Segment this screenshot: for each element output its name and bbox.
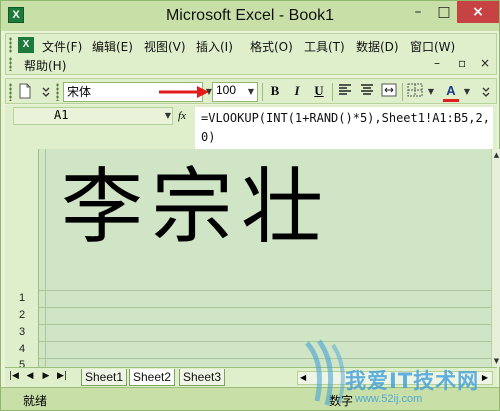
new-document-icon[interactable] xyxy=(16,83,34,101)
row-header-column: 1 2 3 4 5 xyxy=(5,149,39,367)
scroll-up-arrow-icon[interactable]: ▲ xyxy=(492,149,500,161)
name-box[interactable]: A1 xyxy=(13,107,173,125)
row-header-2[interactable]: 2 xyxy=(5,309,39,321)
annotation-arrow-icon xyxy=(159,86,209,98)
row-header-5[interactable]: 5 xyxy=(5,359,39,367)
menu-insert[interactable]: 插入(I) xyxy=(196,38,233,55)
borders-icon[interactable] xyxy=(406,83,424,101)
vertical-scrollbar[interactable]: ▲ ▼ xyxy=(491,149,500,367)
menu-tools[interactable]: 工具(T) xyxy=(304,38,345,55)
toolbar-separator xyxy=(332,83,333,101)
menu-window[interactable]: 窗口(W) xyxy=(410,38,455,55)
minimize-button[interactable]: – xyxy=(405,1,431,23)
maximize-button[interactable]: □ xyxy=(431,1,457,23)
font-color-swatch xyxy=(443,99,459,102)
doc-minimize-button[interactable]: – xyxy=(434,56,440,70)
last-sheet-arrow-icon[interactable]: ▶| xyxy=(57,371,67,381)
doc-close-button[interactable]: × xyxy=(480,56,490,70)
bold-button[interactable]: B xyxy=(266,83,284,101)
menu-bar: X 文件(F) 编辑(E) 视图(V) 插入(I) 格式(O) 工具(T) 数据… xyxy=(5,33,497,75)
row-header-4[interactable]: 4 xyxy=(5,343,39,355)
sheet-tab-2[interactable]: Sheet2 xyxy=(129,369,176,386)
align-center-icon[interactable] xyxy=(358,83,376,101)
first-sheet-arrow-icon[interactable]: |◀ xyxy=(9,371,19,381)
row-gridline xyxy=(5,307,491,308)
align-left-icon[interactable] xyxy=(336,83,354,101)
toolbar-separator xyxy=(262,83,263,101)
italic-button[interactable]: I xyxy=(288,83,306,101)
underline-button[interactable]: U xyxy=(310,83,328,101)
worksheet-grid[interactable]: 1 2 3 4 5 李宗壮 xyxy=(5,149,491,367)
status-ready: 就绪 xyxy=(23,394,48,408)
sheet-tab-1[interactable]: Sheet1 xyxy=(81,369,128,386)
toolbar-overflow-chevron-icon[interactable] xyxy=(480,83,492,101)
cell-a1-value[interactable]: 李宗壮 xyxy=(61,167,331,249)
close-button[interactable]: × xyxy=(457,1,499,23)
menu-data[interactable]: 数据(D) xyxy=(356,38,399,55)
name-box-dropdown-arrow-icon[interactable]: ▼ xyxy=(161,107,175,125)
menu-file[interactable]: 文件(F) xyxy=(42,38,82,55)
insert-function-button[interactable]: fx xyxy=(175,107,189,125)
watermark-url: www.52ij.com xyxy=(355,393,423,405)
toolbar-grip-handle[interactable] xyxy=(9,83,12,101)
menu-view[interactable]: 视图(V) xyxy=(144,38,186,55)
menubar-grip-handle-2[interactable] xyxy=(9,57,12,71)
row-header-1[interactable]: 1 xyxy=(5,292,39,304)
toolbar-separator xyxy=(402,83,403,101)
font-color-dropdown-arrow-icon[interactable]: ▼ xyxy=(460,82,474,102)
row-gridline xyxy=(5,290,491,291)
toolbar-options-chevron-icon[interactable] xyxy=(40,83,52,101)
title-bar[interactable]: X Microsoft Excel - Book1 – □ × xyxy=(1,1,499,31)
sheet-tab-3[interactable]: Sheet3 xyxy=(179,369,226,386)
prev-sheet-arrow-icon[interactable]: ◀ xyxy=(25,371,35,381)
row-header-3[interactable]: 3 xyxy=(5,326,39,338)
formula-input[interactable]: =VLOOKUP(INT(1+RAND()*5),Sheet1!A1:B5,2,… xyxy=(195,107,493,149)
menu-help[interactable]: 帮助(H) xyxy=(24,57,66,74)
watermark-title: 我爱IT技术网 xyxy=(345,369,480,393)
borders-dropdown-arrow-icon[interactable]: ▼ xyxy=(424,82,438,102)
font-toolbar-grip-handle[interactable] xyxy=(56,83,59,101)
formatting-toolbar: 宋体 ▼ 100 ▼ B I U ▼ A ▼ xyxy=(5,78,497,104)
excel-window: X Microsoft Excel - Book1 – □ × X 文件(F) … xyxy=(0,0,500,411)
formula-bar: A1 ▼ fx =VLOOKUP(INT(1+RAND()*5),Sheet1!… xyxy=(5,105,497,149)
next-sheet-arrow-icon[interactable]: ▶ xyxy=(41,371,51,381)
doc-restore-button[interactable]: ▫ xyxy=(458,56,466,70)
row-gridline xyxy=(5,324,491,325)
column-gridline xyxy=(45,149,46,367)
workbook-icon[interactable]: X xyxy=(18,37,34,53)
font-size-dropdown-arrow-icon[interactable]: ▼ xyxy=(244,82,258,102)
menubar-grip-handle[interactable] xyxy=(9,37,12,53)
menu-edit[interactable]: 编辑(E) xyxy=(92,38,133,55)
site-watermark: 我爱IT技术网 www.52ij.com xyxy=(297,339,497,409)
menu-format[interactable]: 格式(O) xyxy=(250,38,293,55)
merge-center-icon[interactable] xyxy=(380,83,398,101)
